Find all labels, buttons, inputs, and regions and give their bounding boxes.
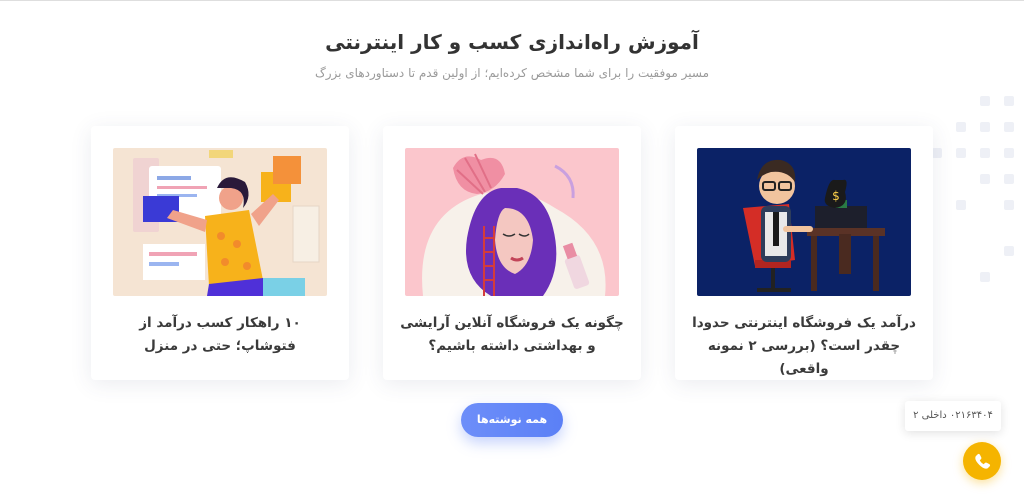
svg-text:$: $ [832,189,840,203]
section-subtitle: مسیر موفقیت را برای شما مشخص کرده‌ایم؛ ا… [314,66,710,80]
blog-card[interactable]: $ درآمد یک فروشگاه اینترنتی حدودا چقدر ا… [675,126,933,380]
woman-makeup-illustration[interactable] [405,148,619,296]
section-title: آموزش راه‌اندازی کسب و کار اینترنتی [325,30,699,54]
all-posts-button[interactable]: همه نوشته‌ها [461,403,563,437]
call-button[interactable] [963,442,1001,480]
designer-woman-illustration[interactable] [113,148,327,296]
phone-icon [975,453,991,469]
phone-number-tooltip: ۰۲۱۶۳۴۰۴ داخلی ۲ [905,401,1001,431]
blog-card[interactable]: ۱۰ راهکار کسب درآمد از فتوشاپ؛ حتی در من… [91,126,349,380]
office-man-money-illustration[interactable]: $ [697,148,911,296]
card-title[interactable]: ۱۰ راهکار کسب درآمد از فتوشاپ؛ حتی در من… [107,312,333,358]
card-title[interactable]: درآمد یک فروشگاه اینترنتی حدودا چقدر است… [691,312,917,381]
blog-card[interactable]: چگونه یک فروشگاه آنلاین آرایشی و بهداشتی… [383,126,641,380]
card-title[interactable]: چگونه یک فروشگاه آنلاین آرایشی و بهداشتی… [399,312,625,358]
top-divider [0,0,1024,1]
